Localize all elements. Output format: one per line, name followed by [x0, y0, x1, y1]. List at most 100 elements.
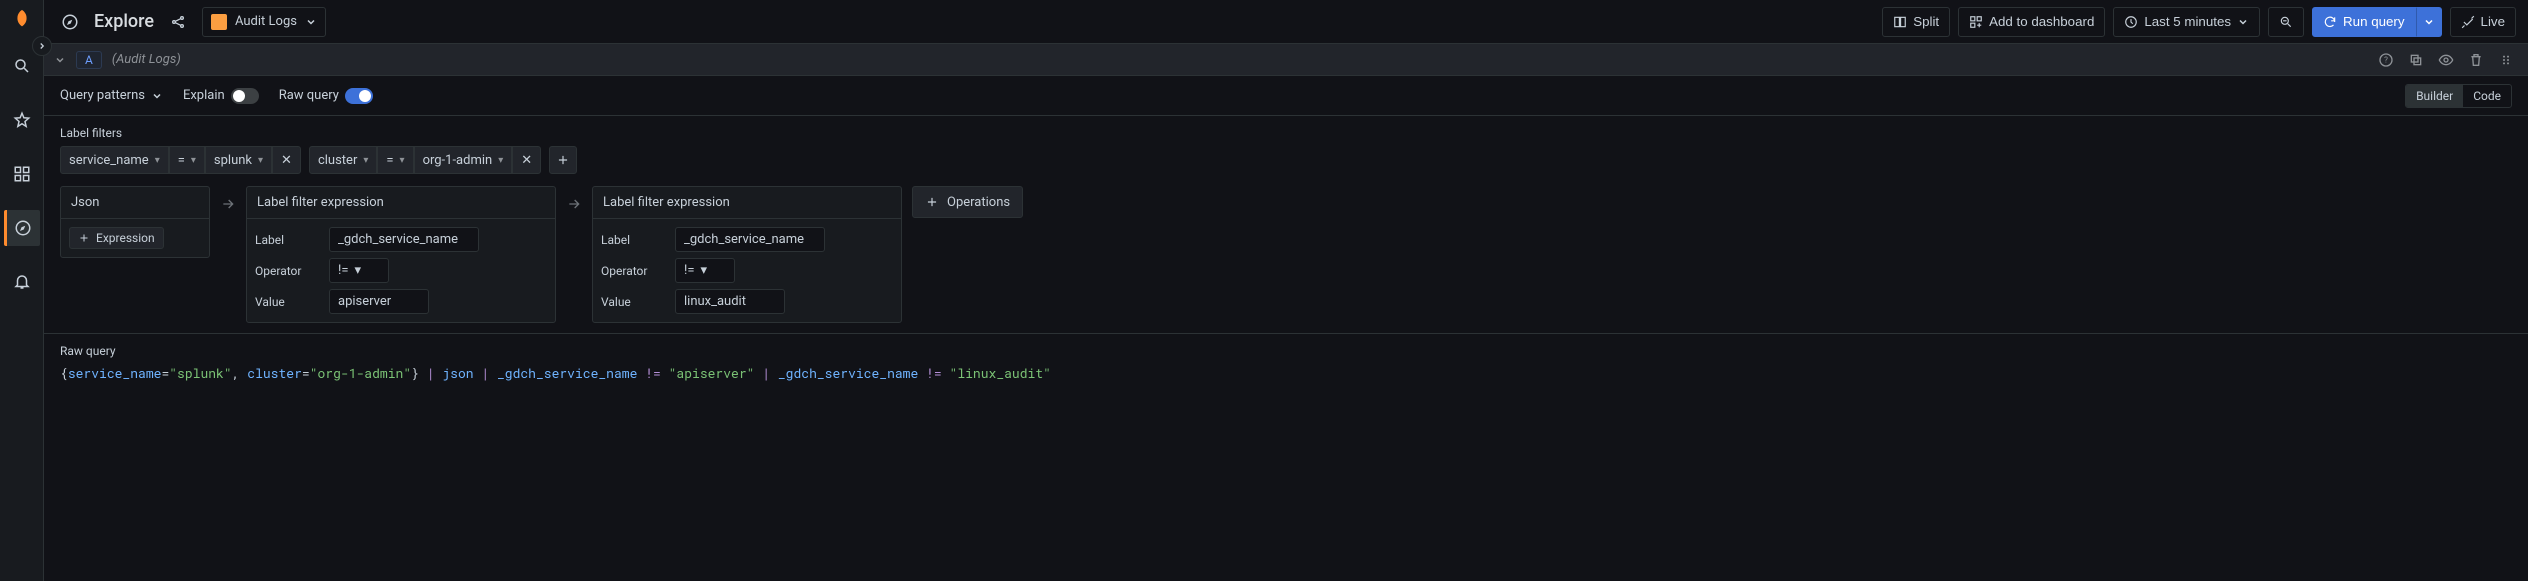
lf1-operator-key: Operator — [255, 264, 319, 278]
query-ref-id[interactable]: A — [76, 51, 102, 69]
chevron-down-icon — [2237, 16, 2249, 28]
operations-label: Operations — [947, 195, 1010, 210]
share-icon[interactable] — [164, 8, 192, 36]
editor-mode-code[interactable]: Code — [2463, 85, 2511, 107]
add-operation-button[interactable]: Operations — [912, 186, 1023, 218]
explain-label: Explain — [183, 88, 225, 103]
nav-star-icon[interactable] — [4, 102, 40, 138]
plus-icon — [556, 153, 570, 167]
live-icon — [2461, 15, 2475, 29]
query-datasource-hint: (Audit Logs) — [112, 52, 181, 67]
stage-lf1-title: Label filter expression — [247, 187, 555, 219]
query-patterns-label: Query patterns — [60, 88, 145, 103]
stage-label-filter-1: Label filter expression Label _gdch_serv… — [246, 186, 556, 323]
explain-toggle[interactable] — [231, 88, 259, 104]
lf2-value-value[interactable]: linux_audit — [675, 289, 785, 314]
chevron-down-icon: ▾ — [363, 155, 368, 166]
chevron-down-icon: ▾ — [400, 155, 405, 166]
filter-0-op[interactable]: =▾ — [169, 146, 205, 174]
lf2-label-key: Label — [601, 233, 665, 247]
chevron-down-icon — [151, 90, 163, 102]
filter-1-remove[interactable]: ✕ — [512, 146, 541, 174]
query-builder: Label filters service_name▾ =▾ splunk▾ ✕… — [44, 116, 2528, 333]
chevron-down-icon — [305, 16, 317, 28]
collapse-query-icon[interactable] — [54, 54, 66, 66]
time-range-label: Last 5 minutes — [2144, 14, 2231, 29]
lf2-operator-key: Operator — [601, 264, 665, 278]
help-icon[interactable]: ? — [2374, 48, 2398, 72]
expression-label: Expression — [96, 231, 155, 245]
lf1-value-key: Value — [255, 295, 319, 309]
filter-0-key[interactable]: service_name▾ — [60, 146, 169, 174]
filter-0: service_name▾ =▾ splunk▾ ✕ — [60, 146, 301, 174]
add-expression-button[interactable]: Expression — [69, 227, 164, 249]
add-to-dashboard-button[interactable]: Add to dashboard — [1958, 7, 2105, 37]
topbar: Explore Audit Logs Split Add to dashboar… — [44, 0, 2528, 44]
zoom-out-icon — [2279, 15, 2293, 29]
datasource-picker[interactable]: Audit Logs — [202, 7, 326, 37]
query-patterns-dropdown[interactable]: Query patterns — [60, 88, 163, 103]
panel-add-icon — [1969, 15, 1983, 29]
zoom-out-button[interactable] — [2268, 7, 2304, 37]
split-icon — [1893, 15, 1907, 29]
chevron-down-icon: ▾ — [701, 263, 708, 278]
filter-1-key[interactable]: cluster▾ — [309, 146, 377, 174]
trash-icon[interactable] — [2464, 48, 2488, 72]
sidebar-expand-icon[interactable] — [32, 36, 52, 56]
raw-query-text: {service_name="splunk", cluster="org-1-a… — [60, 364, 2512, 382]
split-label: Split — [1913, 14, 1939, 29]
lf1-value-value[interactable]: apiserver — [329, 289, 429, 314]
run-query-dropdown[interactable] — [2416, 7, 2442, 37]
lf1-operator-value[interactable]: !=▾ — [329, 258, 389, 283]
chevron-down-icon: ▾ — [355, 263, 362, 278]
split-button[interactable]: Split — [1882, 7, 1950, 37]
page-title: Explore — [94, 11, 154, 32]
filter-1: cluster▾ =▾ org-1-admin▾ ✕ — [309, 146, 541, 174]
time-range-button[interactable]: Last 5 minutes — [2113, 7, 2260, 37]
add-dashboard-label: Add to dashboard — [1989, 14, 2094, 29]
nav-explore-icon[interactable] — [4, 210, 40, 246]
nav-alerts-icon[interactable] — [4, 264, 40, 300]
eye-icon[interactable] — [2434, 48, 2458, 72]
add-filter-button[interactable] — [549, 146, 577, 174]
live-button[interactable]: Live — [2450, 7, 2516, 37]
filter-0-remove[interactable]: ✕ — [272, 146, 301, 174]
lf1-label-key: Label — [255, 233, 319, 247]
chevron-down-icon: ▾ — [498, 155, 503, 166]
lf2-label-value[interactable]: _gdch_service_name — [675, 227, 825, 252]
topbar-right: Split Add to dashboard Last 5 minutes Ru… — [1882, 7, 2516, 37]
grafana-logo-icon[interactable] — [11, 8, 33, 30]
run-query-label: Run query — [2343, 14, 2405, 29]
datasource-label: Audit Logs — [235, 14, 297, 29]
filter-1-value[interactable]: org-1-admin▾ — [414, 146, 513, 174]
nav-dashboards-icon[interactable] — [4, 156, 40, 192]
live-label: Live — [2481, 14, 2505, 29]
raw-query-section: Raw query {service_name="splunk", cluste… — [44, 333, 2528, 392]
svg-text:?: ? — [2384, 55, 2388, 64]
close-icon: ✕ — [281, 153, 292, 168]
filter-1-op[interactable]: =▾ — [377, 146, 413, 174]
chevron-down-icon: ▾ — [258, 155, 263, 166]
editor-mode-builder[interactable]: Builder — [2406, 85, 2463, 107]
close-icon: ✕ — [521, 153, 532, 168]
filter-0-value[interactable]: splunk▾ — [205, 146, 272, 174]
chevron-down-icon — [2423, 16, 2435, 28]
explain-toggle-group: Explain — [183, 88, 259, 104]
run-query-button[interactable]: Run query — [2312, 7, 2416, 37]
stage-json-title: Json — [61, 187, 209, 219]
raw-query-toggle[interactable] — [345, 88, 373, 104]
chevron-down-icon: ▾ — [155, 155, 160, 166]
topbar-left: Explore Audit Logs — [56, 7, 326, 37]
stage-json: Json Expression — [60, 186, 210, 258]
stages-row: Json Expression Label filter expression … — [60, 186, 2512, 323]
stage-label-filter-2: Label filter expression Label _gdch_serv… — [592, 186, 902, 323]
lf2-operator-value[interactable]: !=▾ — [675, 258, 735, 283]
drag-handle-icon[interactable] — [2494, 48, 2518, 72]
compass-icon — [56, 8, 84, 36]
lf1-label-value[interactable]: _gdch_service_name — [329, 227, 479, 252]
clock-icon — [2124, 15, 2138, 29]
copy-icon[interactable] — [2404, 48, 2428, 72]
nav-search-icon[interactable] — [4, 48, 40, 84]
label-filters-heading: Label filters — [60, 126, 2512, 140]
plus-icon — [78, 232, 90, 244]
